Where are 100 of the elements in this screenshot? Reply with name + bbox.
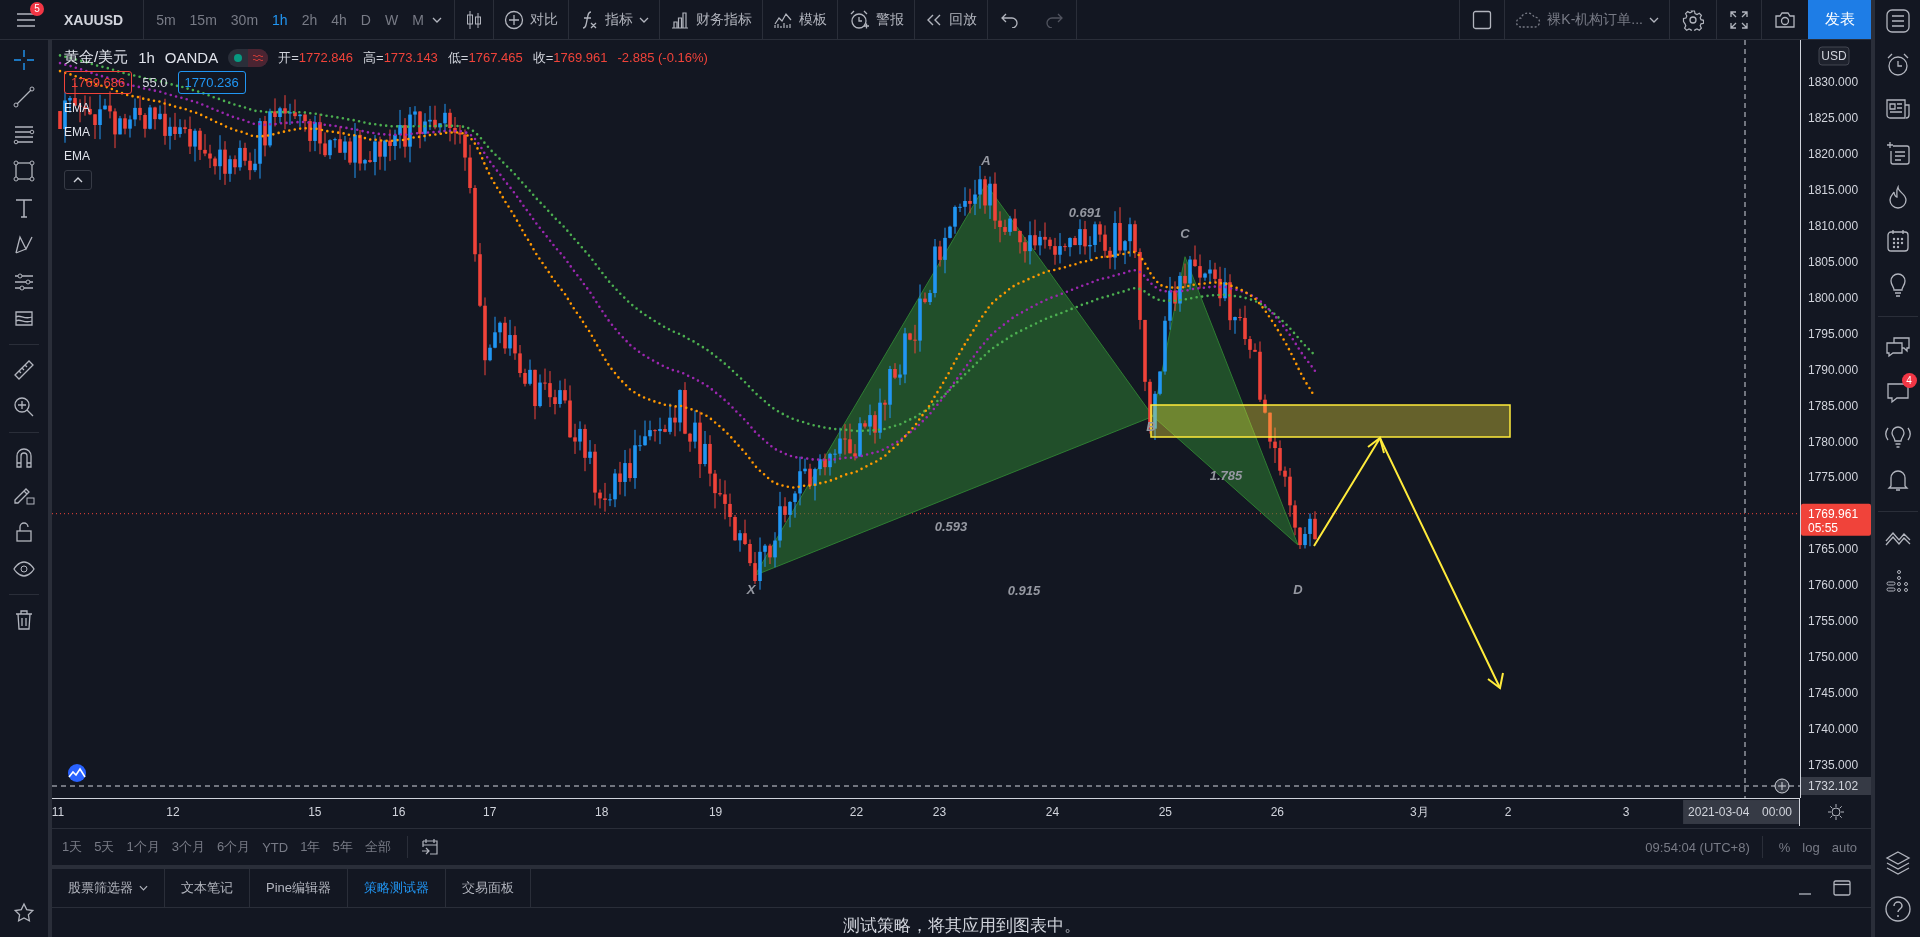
time-axis-label: 19: [708, 805, 723, 819]
zoom-in-icon[interactable]: [12, 395, 36, 419]
toolbar-button[interactable]: 财务指标: [659, 0, 762, 39]
interval-button[interactable]: D: [354, 7, 377, 32]
interval-button[interactable]: 15m: [183, 7, 223, 32]
undo-icon[interactable]: [999, 11, 1020, 28]
caret-icon: [1649, 16, 1659, 23]
pattern-point-label: D: [1293, 582, 1303, 597]
price-axis-label: 1830.000: [1808, 75, 1859, 89]
rectangle-icon[interactable]: [12, 159, 36, 183]
price-axis-label: 1820.000: [1808, 146, 1859, 161]
news-icon[interactable]: [1884, 96, 1911, 122]
toolbar-button[interactable]: 指标: [568, 0, 659, 39]
range-button[interactable]: 1年: [296, 836, 325, 858]
price-axis-label: 1735.000: [1808, 758, 1859, 773]
add-list-icon[interactable]: [1884, 140, 1911, 166]
interval-button[interactable]: 1h: [266, 7, 294, 32]
panel-tab[interactable]: 文本笔记: [165, 869, 250, 907]
settings-icon[interactable]: [1826, 803, 1845, 821]
range-button[interactable]: 5天: [90, 836, 119, 858]
panel-tab[interactable]: 策略测试器: [348, 869, 447, 907]
add-circle-icon[interactable]: [1774, 778, 1790, 794]
exchange-label: OANDA: [164, 49, 219, 66]
scale-option-button[interactable]: log: [1798, 837, 1824, 857]
scale-option-button[interactable]: %: [1774, 837, 1795, 857]
price-axis-label: 1795.000: [1808, 326, 1859, 341]
indicator-label[interactable]: EMA: [64, 146, 90, 166]
caret-icon[interactable]: [431, 16, 442, 23]
interval-button[interactable]: 30m: [224, 7, 265, 32]
range-button[interactable]: 全部: [360, 836, 395, 858]
candlestick-icon: [464, 9, 483, 30]
dot-grid-icon[interactable]: [1884, 568, 1911, 594]
ruler-icon[interactable]: [12, 358, 36, 382]
ohlc-value: 高=1773.143: [363, 48, 438, 67]
toolbar-button[interactable]: 警报: [837, 0, 914, 39]
ratio-label: 0.593: [934, 519, 968, 534]
pattern-point-label: A: [981, 153, 991, 168]
range-button[interactable]: 5年: [328, 836, 357, 858]
interval-button[interactable]: 2h: [295, 7, 324, 32]
toolbar-button[interactable]: 回放: [914, 0, 987, 39]
toolbar-button[interactable]: 模板: [762, 0, 837, 39]
ratio-label: 0.915: [1007, 583, 1041, 598]
indicator-label[interactable]: EMA: [64, 122, 90, 142]
panel-tab[interactable]: Pine编辑器: [250, 869, 349, 907]
toolbar-button[interactable]: 对比: [493, 0, 568, 39]
time-axis-label: 3: [1622, 805, 1630, 819]
price-axis-label: 1740.000: [1808, 722, 1859, 737]
calendar-arrow-icon[interactable]: [419, 837, 440, 857]
trend-line-icon[interactable]: [12, 85, 36, 109]
price-axis-label: 1760.000: [1808, 578, 1859, 593]
lightbulb-icon[interactable]: [1883, 423, 1912, 449]
menu-button[interactable]: 5: [0, 0, 52, 39]
help-icon[interactable]: [1883, 895, 1912, 923]
buy-price-button[interactable]: 1770.236: [177, 71, 246, 94]
panel-message: 测试策略，将其应用到图表中。: [841, 915, 1082, 937]
publish-button[interactable]: 发表: [1808, 0, 1871, 39]
panel-tab[interactable]: 交易面板: [446, 869, 532, 907]
interval-button[interactable]: 4h: [325, 7, 353, 32]
clock-label[interactable]: 09:54:04 (UTC+8): [1645, 839, 1750, 855]
wave-icon: [248, 48, 269, 67]
layout-button[interactable]: 裸K-机构订单...: [1505, 0, 1669, 39]
range-button[interactable]: YTD: [258, 837, 293, 857]
pattern-point-label: X: [746, 582, 756, 597]
time-axis-label: 18: [595, 805, 609, 819]
crosshair-price-tag: 1732.102: [1801, 777, 1871, 795]
price-axis-label: 1790.000: [1808, 362, 1859, 377]
range-button[interactable]: 6个月: [212, 836, 255, 858]
maximize-icon[interactable]: [1833, 880, 1851, 896]
interval-button[interactable]: M: [406, 7, 430, 32]
camera-icon[interactable]: [1774, 9, 1796, 30]
interval-button[interactable]: W: [378, 7, 405, 32]
price-change: -2.885 (-0.16%): [617, 50, 708, 65]
settings-icon[interactable]: [1682, 8, 1704, 31]
range-button[interactable]: 3个月: [167, 836, 209, 858]
calendar-icon[interactable]: [1884, 228, 1911, 254]
star-icon[interactable]: [12, 901, 36, 925]
crosshair-time-tag: 2021-03-04 00:00: [1683, 800, 1800, 824]
symbol-title: 黄金/美元: [64, 48, 129, 67]
spread-value: 55.0: [142, 75, 168, 90]
range-button[interactable]: 1天: [58, 836, 87, 858]
price-axis-label: 1800.000: [1808, 290, 1859, 305]
price-axis-label: 1805.000: [1808, 254, 1859, 269]
collapse-button[interactable]: [64, 170, 92, 190]
lines-with-nodes-icon[interactable]: [12, 270, 36, 294]
add-circle-icon: [503, 9, 524, 30]
status-toggle[interactable]: [228, 48, 269, 67]
crosshair-icon[interactable]: [12, 48, 36, 72]
range-button[interactable]: 1个月: [122, 836, 164, 858]
scale-option-button[interactable]: auto: [1827, 837, 1861, 857]
bar-chart-icon: [669, 9, 690, 30]
square-icon[interactable]: [1472, 9, 1493, 30]
price-axis-label: 1780.000: [1808, 434, 1859, 449]
symbol-name[interactable]: XAUUSD: [52, 11, 144, 28]
fullscreen-icon[interactable]: [1729, 9, 1749, 30]
interval-button[interactable]: 5m: [150, 7, 182, 32]
price-axis-label: 1750.000: [1808, 650, 1859, 665]
price-axis-label: 1785.000: [1808, 398, 1859, 413]
panel-tab[interactable]: 股票筛选器: [52, 869, 165, 907]
price-axis-label: 1765.000: [1808, 542, 1859, 557]
list-icon[interactable]: [1884, 8, 1911, 34]
